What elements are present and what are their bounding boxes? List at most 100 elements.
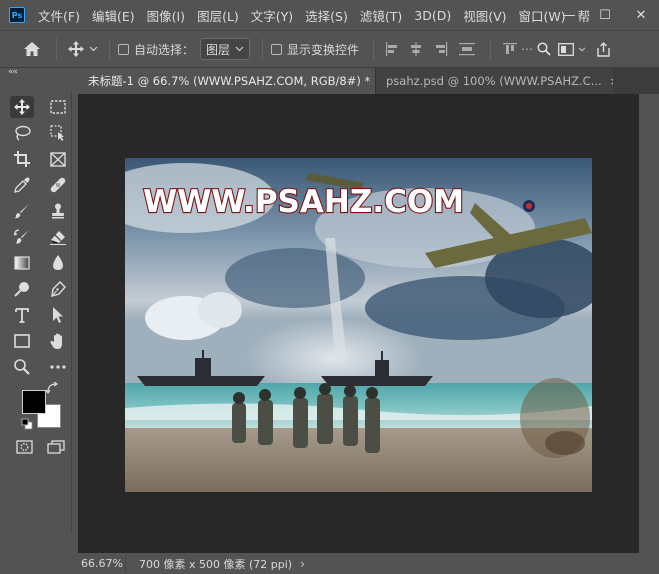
menu-layer[interactable]: 图层(L)	[197, 6, 239, 25]
lasso-icon	[14, 125, 31, 141]
align-top-icon	[503, 43, 518, 54]
search-icon	[537, 42, 551, 56]
rectangle-tool[interactable]	[10, 330, 34, 352]
gradient-icon	[14, 256, 30, 270]
water-drop-icon	[53, 255, 63, 270]
history-brush-tool[interactable]	[10, 226, 34, 248]
object-selection-tool[interactable]	[46, 122, 70, 144]
marquee-tool[interactable]	[46, 96, 70, 118]
hand-tool[interactable]	[46, 330, 70, 352]
default-colors-icon	[21, 418, 33, 430]
swap-colors-button[interactable]	[45, 381, 60, 396]
align-left-icon	[386, 42, 398, 56]
workspace-icon	[558, 42, 574, 56]
align-left-button[interactable]	[382, 42, 402, 56]
gradient-tool[interactable]	[10, 252, 34, 274]
chevron-down-icon	[578, 46, 586, 51]
frame-tool[interactable]	[46, 148, 70, 170]
pen-tool[interactable]	[46, 278, 70, 300]
auto-select-checkbox[interactable]	[118, 43, 129, 55]
align-center-h-button[interactable]	[402, 42, 430, 56]
menu-type[interactable]: 文字(Y)	[251, 6, 293, 25]
more-tools-button[interactable]	[46, 356, 70, 378]
home-button[interactable]	[0, 41, 64, 57]
dodge-icon	[14, 282, 29, 297]
move-tool-preset-button[interactable]	[65, 41, 101, 57]
align-right-button[interactable]	[430, 42, 452, 56]
zoom-level-field[interactable]: 66.67%	[78, 555, 126, 572]
screen-mode-button[interactable]	[44, 436, 68, 458]
magnifier-icon	[14, 359, 30, 375]
workspace-button[interactable]	[555, 42, 589, 56]
search-button[interactable]	[533, 42, 555, 56]
menu-bar: Ps 文件(F) 编辑(E) 图像(I) 图层(L) 文字(Y) 选择(S) 滤…	[0, 0, 659, 30]
layer-select-value: 图层	[206, 42, 231, 57]
quick-mask-icon	[15, 440, 33, 454]
blur-tool[interactable]	[46, 252, 70, 274]
status-menu-arrow-icon[interactable]: ›	[300, 557, 305, 571]
share-button[interactable]	[589, 41, 617, 57]
eyedropper-tool[interactable]	[10, 174, 34, 196]
document-workspace[interactable]: WWW.PSAHZ.COM	[78, 94, 639, 553]
tab-close-icon[interactable]: ×	[610, 75, 613, 88]
path-selection-tool[interactable]	[46, 304, 70, 326]
tool-grid	[6, 92, 72, 532]
menu-file[interactable]: 文件(F)	[38, 6, 80, 25]
menu-select[interactable]: 选择(S)	[305, 6, 348, 25]
hand-icon	[50, 333, 62, 349]
maximize-button[interactable]: ☐	[587, 0, 623, 30]
move-tool[interactable]	[10, 96, 34, 118]
foreground-color-swatch[interactable]	[22, 390, 46, 414]
show-transform-label: 显示变换控件	[287, 42, 360, 57]
distribute-button[interactable]	[452, 42, 482, 56]
close-button[interactable]: ✕	[623, 0, 659, 30]
clone-stamp-tool[interactable]	[46, 200, 70, 222]
healing-brush-tool[interactable]	[46, 174, 70, 196]
zoom-tool[interactable]	[10, 356, 34, 378]
more-options-icon[interactable]: ⋯	[521, 42, 533, 56]
window-controls: — ☐ ✕	[551, 0, 659, 30]
screen-mode-icon	[47, 440, 65, 454]
move-icon	[68, 41, 84, 57]
default-colors-button[interactable]	[21, 418, 33, 430]
swap-arrows-icon	[45, 381, 59, 395]
quick-mask-button[interactable]	[12, 436, 36, 458]
tab-psahz-psd[interactable]: psahz.psd @ 100% (WWW.PSAHZ.C... ×	[375, 68, 613, 94]
tab-label: psahz.psd @ 100% (WWW.PSAHZ.C...	[386, 74, 602, 88]
tab-untitled-1[interactable]: 未标题-1 @ 66.7% (WWW.PSAHZ.COM, RGB/8#) * …	[78, 68, 375, 94]
home-icon	[24, 42, 40, 56]
brush-tool[interactable]	[10, 200, 34, 222]
menu-3d[interactable]: 3D(D)	[414, 8, 451, 23]
brush-icon	[14, 204, 29, 219]
rectangular-marquee-icon	[50, 100, 66, 114]
crop-tool[interactable]	[10, 148, 34, 170]
photoshop-logo-icon[interactable]: Ps	[9, 7, 25, 23]
collapse-toolbar-icon[interactable]: ««	[8, 67, 18, 77]
bandage-icon	[50, 177, 66, 193]
type-tool[interactable]	[10, 304, 34, 326]
menu-view[interactable]: 视图(V)	[463, 6, 506, 25]
type-icon	[15, 307, 29, 323]
move-icon	[14, 99, 30, 115]
minimize-button[interactable]: —	[551, 0, 587, 30]
arrow-pointer-icon	[53, 307, 63, 323]
document-info: 700 像素 x 500 像素 (72 ppi)	[139, 557, 293, 571]
align-horizontal-center-icon	[411, 42, 422, 56]
auto-select-target-dropdown[interactable]: 图层	[200, 38, 251, 60]
eraser-tool[interactable]	[46, 226, 70, 248]
crop-icon	[14, 151, 30, 167]
ellipsis-icon	[50, 365, 66, 369]
stamp-icon	[52, 203, 64, 219]
document-tabs: 未标题-1 @ 66.7% (WWW.PSAHZ.COM, RGB/8#) * …	[78, 68, 659, 94]
show-transform-checkbox[interactable]	[271, 43, 283, 55]
lasso-tool[interactable]	[10, 122, 34, 144]
auto-select-label: 自动选择：	[134, 42, 195, 57]
align-top-button[interactable]	[499, 42, 521, 56]
document-canvas[interactable]: WWW.PSAHZ.COM	[125, 158, 592, 492]
dodge-tool[interactable]	[10, 278, 34, 300]
rectangle-icon	[14, 334, 30, 348]
menu-filter[interactable]: 滤镜(T)	[360, 6, 402, 25]
menu-image[interactable]: 图像(I)	[147, 6, 185, 25]
menu-edit[interactable]: 编辑(E)	[92, 6, 135, 25]
tab-label: 未标题-1 @ 66.7% (WWW.PSAHZ.COM, RGB/8#) *	[88, 74, 371, 88]
